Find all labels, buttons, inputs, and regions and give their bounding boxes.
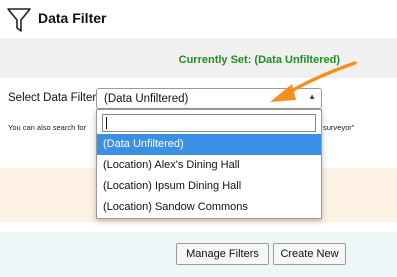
- page-title: Data Filter: [38, 10, 107, 26]
- dropdown-option-ipsum-dining-hall[interactable]: (Location) Ipsum Dining Hall: [97, 176, 321, 197]
- dropdown-option-alexs-dining-hall[interactable]: (Location) Alex's Dining Hall: [97, 155, 321, 176]
- search-hint-text: You can also search for: [8, 123, 87, 132]
- manage-filters-button[interactable]: Manage Filters: [176, 243, 269, 265]
- pointer-arrow-icon: [270, 61, 357, 102]
- funnel-icon: [7, 8, 31, 32]
- create-new-button[interactable]: Create New: [273, 243, 346, 265]
- dropdown-option-unfiltered[interactable]: (Data Unfiltered): [97, 134, 321, 155]
- dropdown-search-input[interactable]: [102, 114, 316, 132]
- search-hint-text-end: surveyor": [323, 123, 355, 132]
- filter-select-value: (Data Unfiltered): [104, 93, 189, 105]
- header: Data Filter: [0, 0, 397, 36]
- filter-dropdown: (Data Unfiltered) (Location) Alex's Dini…: [96, 109, 322, 219]
- dropdown-option-sandow-commons[interactable]: (Location) Sandow Commons: [97, 197, 321, 218]
- select-filter-label: Select Data Filter:: [8, 92, 100, 104]
- text-cursor: [106, 117, 107, 129]
